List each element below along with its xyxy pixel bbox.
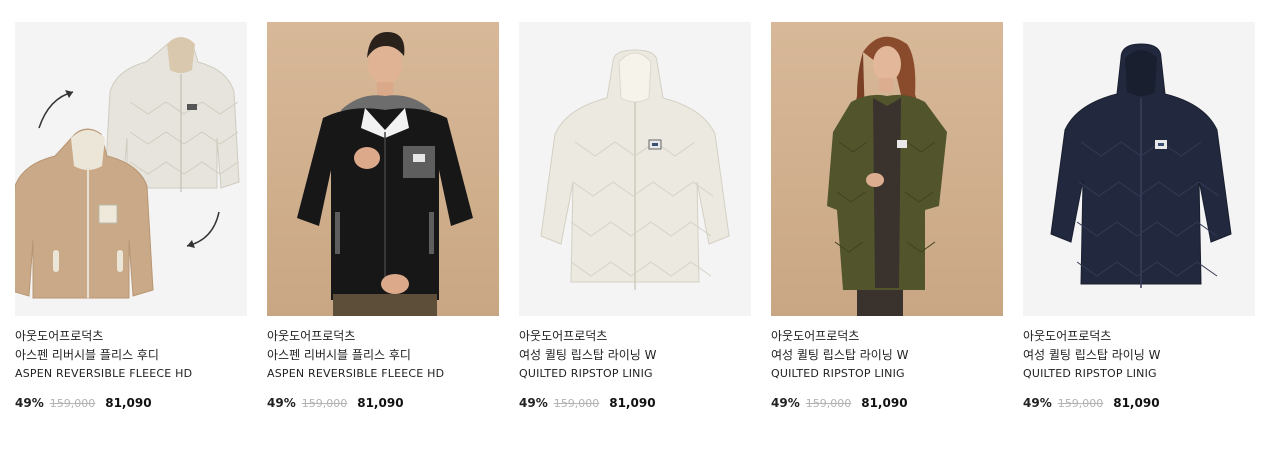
sale-price: 81,090 [1113,396,1160,410]
product-image[interactable] [771,22,1003,316]
product-name-ko[interactable]: 여성 퀼팅 립스탑 라이닝 W [519,347,751,363]
original-price: 159,000 [301,397,348,410]
sale-price: 81,090 [105,396,152,410]
product-name-ko[interactable]: 아스펜 리버시블 플리스 후디 [267,347,499,363]
product-card[interactable]: 아웃도어프로덕츠 여성 퀼팅 립스탑 라이닝 W QUILTED RIPSTOP… [771,22,1003,412]
original-price: 159,000 [805,397,852,410]
product-brand: 아웃도어프로덕츠 [1023,329,1112,343]
product-brand: 아웃도어프로덕츠 [519,329,608,343]
original-price: 159,000 [553,397,600,410]
navy-quilted-coat-image [1050,43,1232,288]
price-row: 49% 159,000 81,090 [771,395,1003,412]
price-row: 49% 159,000 81,090 [1023,395,1255,412]
discount-rate: 49% [771,396,800,410]
product-card[interactable]: 아웃도어프로덕츠 여성 퀼팅 립스탑 라이닝 W QUILTED RIPSTOP… [1023,22,1255,412]
product-image[interactable] [519,22,751,316]
product-name-ko[interactable]: 여성 퀼팅 립스탑 라이닝 W [1023,347,1255,363]
male-model-black-fleece-image [297,32,473,316]
product-name-en[interactable]: QUILTED RIPSTOP LINIG [771,366,1003,382]
product-brand: 아웃도어프로덕츠 [15,329,104,343]
price-row: 49% 159,000 81,090 [519,395,751,412]
price-row: 49% 159,000 81,090 [15,395,247,412]
sale-price: 81,090 [609,396,656,410]
discount-rate: 49% [267,396,296,410]
product-name-en[interactable]: QUILTED RIPSTOP LINIG [519,366,751,382]
price-row: 49% 159,000 81,090 [267,395,499,412]
product-name-en[interactable]: QUILTED RIPSTOP LINIG [1023,366,1255,382]
product-grid: 아웃도어프로덕츠 아스펜 리버시블 플리스 후디 ASPEN REVERSIBL… [15,22,1255,412]
product-name-ko[interactable]: 여성 퀼팅 립스탑 라이닝 W [771,347,1003,363]
original-price: 159,000 [1057,397,1104,410]
product-card[interactable]: 아웃도어프로덕츠 아스펜 리버시블 플리스 후디 ASPEN REVERSIBL… [15,22,247,412]
discount-rate: 49% [1023,396,1052,410]
product-card[interactable]: 아웃도어프로덕츠 여성 퀼팅 립스탑 라이닝 W QUILTED RIPSTOP… [519,22,751,412]
female-model-khaki-coat-image [827,36,947,316]
product-brand: 아웃도어프로덕츠 [267,329,356,343]
discount-rate: 49% [519,396,548,410]
reversible-fleece-hoodie-image [15,37,240,299]
product-card[interactable]: 아웃도어프로덕츠 아스펜 리버시블 플리스 후디 ASPEN REVERSIBL… [267,22,499,412]
original-price: 159,000 [49,397,96,410]
product-image[interactable] [1023,22,1255,316]
sale-price: 81,090 [861,396,908,410]
sale-price: 81,090 [357,396,404,410]
discount-rate: 49% [15,396,44,410]
product-name-ko[interactable]: 아스펜 리버시블 플리스 후디 [15,347,247,363]
product-image[interactable] [267,22,499,316]
product-brand: 아웃도어프로덕츠 [771,329,860,343]
product-image[interactable] [15,22,247,316]
product-name-en[interactable]: ASPEN REVERSIBLE FLEECE HD [15,366,247,382]
ivory-quilted-coat-image [540,49,730,290]
product-name-en[interactable]: ASPEN REVERSIBLE FLEECE HD [267,366,499,382]
